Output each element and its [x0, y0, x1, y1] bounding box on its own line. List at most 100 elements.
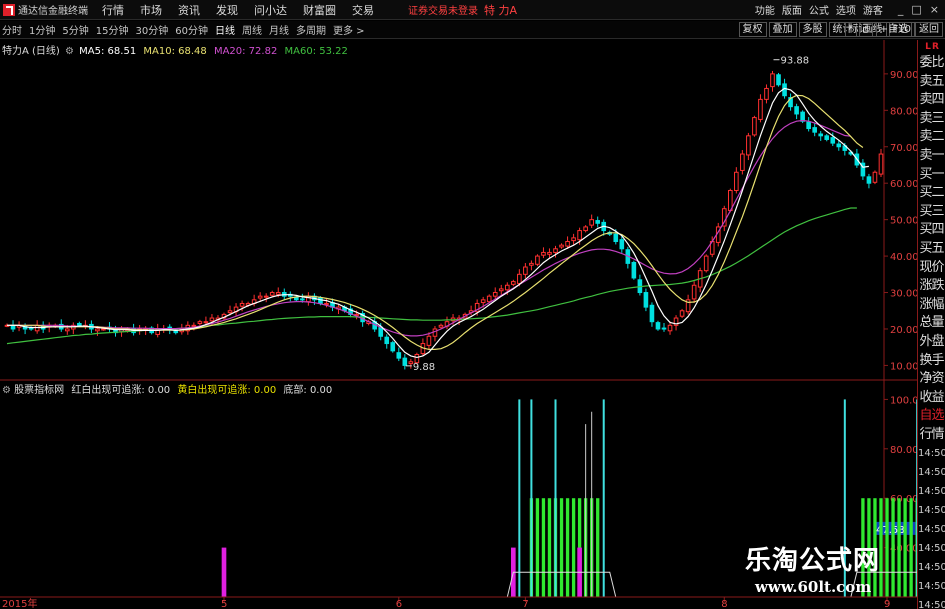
chart-tools-right: 标记 +自选 返回: [842, 22, 943, 37]
candle-body: [402, 357, 408, 366]
candle-body: [498, 288, 504, 292]
candle-body: [541, 251, 546, 256]
right-menu-item[interactable]: 功能: [755, 2, 775, 17]
quote-label: 买一: [919, 166, 944, 182]
period-tab[interactable]: 月线: [269, 22, 289, 37]
chart-area[interactable]: 90.00 80.00 70.00 60.00 50.00 40.00 30.00 20.00…: [0, 40, 917, 609]
period-tab[interactable]: 日线: [215, 22, 235, 37]
candle-body: [480, 299, 486, 304]
candle-body: [667, 324, 673, 332]
price-tick-label: 30.00: [890, 289, 917, 300]
app-logo: 通达信金融终端: [3, 2, 88, 17]
watermark-url: www.60lt.com: [755, 578, 872, 596]
quote-side-panel: L R 委比 卖五 卖四 卖三 卖二 卖一 买一 买二 买三 买四 买五 现价 涨跌 涨幅 总量 外盘 换手 净资收…: [917, 40, 945, 609]
quote-label: 卖五: [919, 73, 944, 89]
maximize-icon[interactable]: □: [911, 3, 921, 16]
quote-label: 换手: [919, 352, 944, 368]
candle-body: [378, 326, 384, 337]
date-label: 6: [396, 599, 402, 609]
signal-magenta-bar: [221, 547, 227, 597]
candle-body: [583, 226, 588, 232]
signal-green-bar: [891, 498, 895, 597]
menu-item[interactable]: 问小达: [254, 2, 287, 18]
login-status[interactable]: 证券交易未登录: [408, 2, 478, 17]
tick-time: 14:50: [918, 581, 945, 593]
candle-body: [396, 352, 402, 359]
period-tab[interactable]: 5分钟: [62, 22, 88, 37]
period-tab[interactable]: 多周期: [296, 22, 326, 37]
candle-body: [318, 297, 323, 304]
candle-body: [872, 171, 878, 183]
signal-cyan-bar: [518, 399, 521, 597]
right-menu-item[interactable]: 版面: [782, 2, 802, 17]
menu-item[interactable]: 财富圈: [303, 2, 336, 18]
high-annotation: 93.88: [780, 56, 809, 67]
tool-button-right[interactable]: +自选: [875, 22, 912, 37]
menu-item[interactable]: 市场: [140, 2, 162, 18]
menu-item[interactable]: 行情: [102, 2, 124, 18]
period-tab[interactable]: 更多 >: [333, 22, 365, 37]
tool-button-right[interactable]: 返回: [915, 22, 943, 37]
side-tab[interactable]: 行情: [918, 426, 945, 445]
candle-body: [661, 327, 667, 330]
candle-body: [703, 255, 709, 272]
signal-green-bar: [885, 498, 889, 597]
candle-body: [275, 292, 281, 295]
right-menu-item[interactable]: 选项: [836, 2, 856, 17]
date-label: 2015年: [2, 597, 37, 609]
quote-label: 买三: [919, 203, 944, 219]
candle-body: [523, 266, 528, 275]
candle-body: [191, 324, 197, 327]
side-tab[interactable]: 自选: [918, 407, 945, 426]
candle-body: [553, 248, 558, 253]
quote-label: 卖四: [919, 92, 944, 108]
period-tab[interactable]: 60分钟: [175, 22, 208, 37]
indicator-tick-label: 80.00: [890, 445, 917, 456]
tool-button[interactable]: 叠加: [768, 22, 797, 37]
side-toggle-icon[interactable]: L R: [918, 40, 945, 54]
price-tick-label: 10.00: [890, 361, 917, 372]
right-menu-item[interactable]: 公式: [809, 2, 829, 17]
candle-body: [770, 73, 775, 88]
tool-button[interactable]: 多股: [798, 22, 827, 37]
tick-time: 14:50: [918, 524, 945, 536]
candle-body: [758, 98, 763, 120]
period-tabs: 分时 1分钟 5分钟 15分钟 30分钟 60分钟 日线 周线 月线 多周期 更多 >: [2, 22, 372, 37]
minimize-icon[interactable]: _: [898, 3, 904, 16]
tick-time: 14:50: [918, 467, 945, 479]
quote-label: 收益: [919, 389, 944, 405]
candle-body: [571, 237, 576, 242]
quote-label: 涨幅: [919, 296, 944, 312]
candle-body: [643, 292, 649, 308]
price-tick-label: 40.00: [890, 252, 917, 263]
signal-green-bar: [535, 498, 540, 597]
signal-green-bar: [596, 498, 600, 597]
period-tab[interactable]: 分时: [2, 22, 22, 37]
period-tab[interactable]: 周线: [242, 22, 262, 37]
main-menu: 行情 市场 资讯 发现 问小达 财富圈 交易: [102, 2, 390, 18]
menu-item[interactable]: 交易: [352, 2, 374, 18]
period-tab[interactable]: 1分钟: [29, 22, 55, 37]
period-tab[interactable]: 15分钟: [96, 22, 129, 37]
candle-body: [794, 106, 799, 115]
menu-item[interactable]: 发现: [216, 2, 238, 18]
menu-item[interactable]: 资讯: [178, 2, 200, 18]
candle-body: [776, 74, 781, 86]
candle-body: [227, 310, 233, 314]
signal-green-bar: [547, 498, 552, 597]
candle-body: [836, 143, 842, 148]
tick-time: 14:50: [918, 562, 945, 574]
close-icon[interactable]: ×: [930, 3, 939, 16]
period-tab[interactable]: 30分钟: [135, 22, 168, 37]
candle-body: [511, 281, 516, 285]
kline-chart: 90.00 80.00 70.00 60.00 50.00 40.00 30.00 20.00…: [0, 40, 917, 381]
tool-button-right[interactable]: 标记: [844, 22, 873, 37]
candle-body: [800, 111, 805, 122]
right-menu-item[interactable]: 游客: [863, 2, 883, 17]
candle-body: [589, 219, 594, 226]
tool-button[interactable]: 复权: [738, 22, 767, 37]
candle-body: [504, 284, 510, 291]
candle-body: [752, 117, 757, 136]
candle-body: [438, 324, 444, 328]
price-tick-label: 20.00: [890, 325, 917, 336]
